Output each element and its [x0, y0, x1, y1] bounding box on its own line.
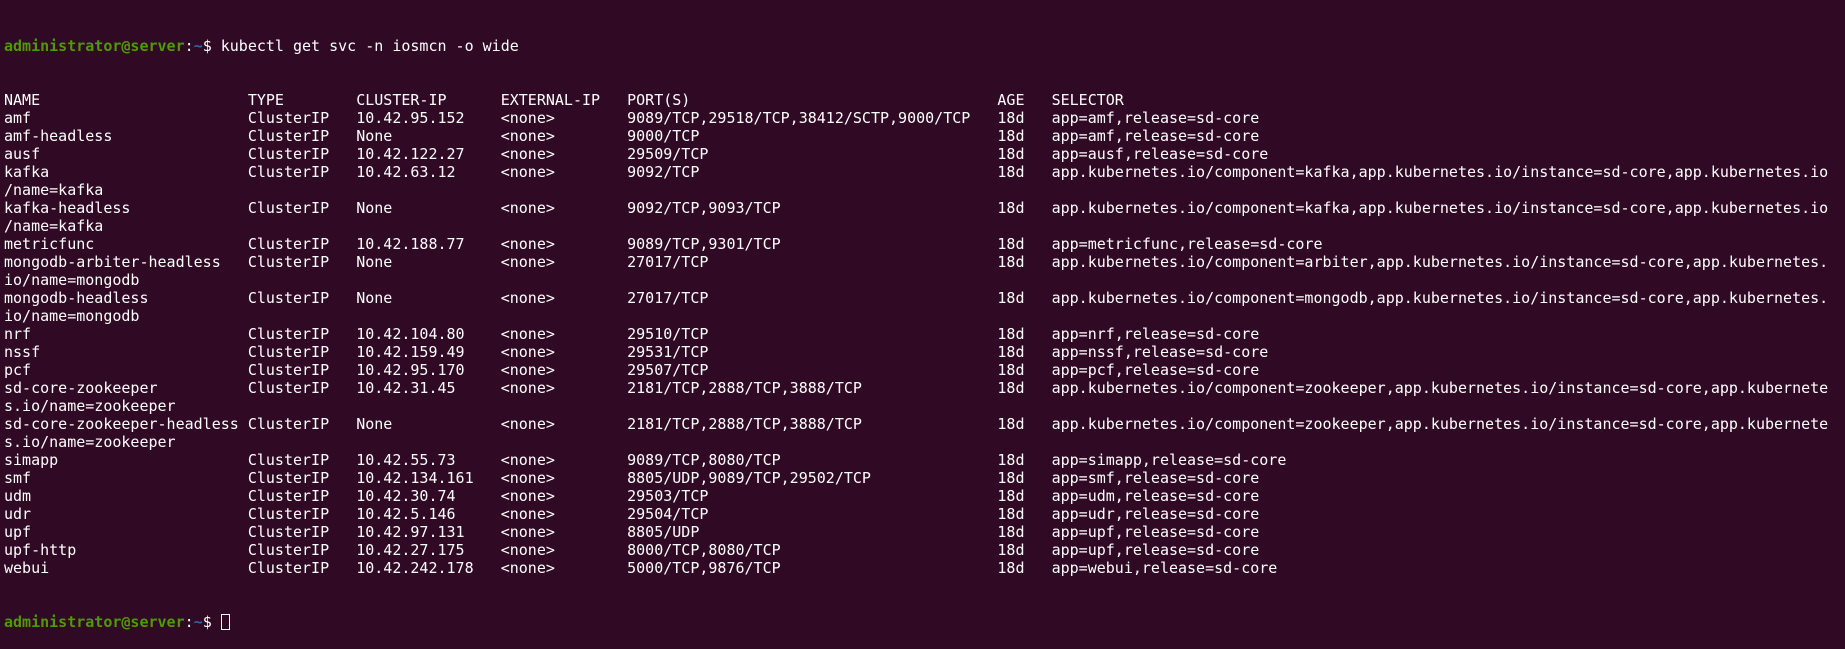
- output-line: mongodb-arbiter-headless ClusterIP None …: [4, 253, 1829, 271]
- prompt-separator: :: [184, 613, 194, 631]
- prompt-path: ~: [193, 613, 203, 631]
- prompt-symbol: $: [202, 613, 221, 631]
- output-line: nrf ClusterIP 10.42.104.80 <none> 29510/…: [4, 325, 1260, 343]
- prompt-user-host: administrator@server: [4, 37, 185, 55]
- terminal-cursor: [220, 614, 230, 630]
- output-line: smf ClusterIP 10.42.134.161 <none> 8805/…: [4, 469, 1260, 487]
- output-line: upf-http ClusterIP 10.42.27.175 <none> 8…: [4, 541, 1260, 559]
- output-header-line: NAME TYPE CLUSTER-IP EXTERNAL-IP PORT(S)…: [4, 91, 1124, 109]
- output-line: sd-core-zookeeper-headless ClusterIP Non…: [4, 415, 1829, 433]
- output-line: /name=kafka: [4, 181, 104, 199]
- output-line: kafka-headless ClusterIP None <none> 909…: [4, 199, 1829, 217]
- command-line: administrator@server:~$ kubectl get svc …: [4, 37, 1845, 55]
- output-line: pcf ClusterIP 10.42.95.170 <none> 29507/…: [4, 361, 1260, 379]
- output-line: udr ClusterIP 10.42.5.146 <none> 29504/T…: [4, 505, 1260, 523]
- prompt-line[interactable]: administrator@server:~$: [4, 613, 1845, 631]
- terminal-window[interactable]: administrator@server:~$ kubectl get svc …: [0, 0, 1845, 631]
- output-line: s.io/name=zookeeper: [4, 397, 176, 415]
- output-line: mongodb-headless ClusterIP None <none> 2…: [4, 289, 1829, 307]
- prompt-user-host: administrator@server: [4, 613, 185, 631]
- output-line: upf ClusterIP 10.42.97.131 <none> 8805/U…: [4, 523, 1260, 541]
- output-line: amf-headless ClusterIP None <none> 9000/…: [4, 127, 1260, 145]
- prompt-path: ~: [193, 37, 203, 55]
- output-line: io/name=mongodb: [4, 307, 140, 325]
- output-line: udm ClusterIP 10.42.30.74 <none> 29503/T…: [4, 487, 1260, 505]
- output-line: io/name=mongodb: [4, 271, 140, 289]
- output-line: nssf ClusterIP 10.42.159.49 <none> 29531…: [4, 343, 1269, 361]
- output-line: webui ClusterIP 10.42.242.178 <none> 500…: [4, 559, 1278, 577]
- command-text: kubectl get svc -n iosmcn -o wide: [220, 37, 519, 55]
- output-line: /name=kafka: [4, 217, 104, 235]
- output-line: s.io/name=zookeeper: [4, 433, 176, 451]
- output-line: amf ClusterIP 10.42.95.152 <none> 9089/T…: [4, 109, 1260, 127]
- output-line: simapp ClusterIP 10.42.55.73 <none> 9089…: [4, 451, 1287, 469]
- output-line: kafka ClusterIP 10.42.63.12 <none> 9092/…: [4, 163, 1829, 181]
- output-line: ausf ClusterIP 10.42.122.27 <none> 29509…: [4, 145, 1269, 163]
- prompt-symbol: $: [202, 37, 221, 55]
- prompt-separator: :: [184, 37, 194, 55]
- output-line: sd-core-zookeeper ClusterIP 10.42.31.45 …: [4, 379, 1829, 397]
- output-line: metricfunc ClusterIP 10.42.188.77 <none>…: [4, 235, 1323, 253]
- command-output: NAME TYPE CLUSTER-IP EXTERNAL-IP PORT(S)…: [4, 91, 1845, 577]
